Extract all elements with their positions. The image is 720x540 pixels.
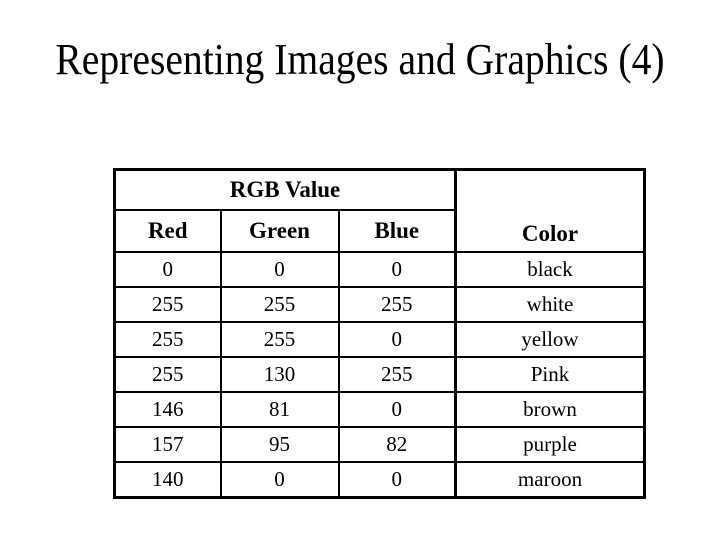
color-header: Color xyxy=(454,168,646,253)
red-value: 146 xyxy=(113,391,222,428)
slide-title: Representing Images and Graphics (4) xyxy=(55,35,665,84)
color-name: maroon xyxy=(454,461,646,499)
color-name: Pink xyxy=(454,356,646,393)
color-name: black xyxy=(454,251,646,288)
color-name: brown xyxy=(454,391,646,428)
table-row: 157 95 82 purple xyxy=(113,426,646,463)
color-name: white xyxy=(454,286,646,323)
color-name: purple xyxy=(454,426,646,463)
red-value: 157 xyxy=(113,426,222,463)
green-value: 255 xyxy=(219,286,340,323)
table-row: 255 130 255 Pink xyxy=(113,356,646,393)
red-header: Red xyxy=(113,209,222,253)
blue-value: 0 xyxy=(337,391,457,428)
red-value: 255 xyxy=(113,356,222,393)
rgb-value-header: RGB Value xyxy=(113,168,457,211)
blue-header: Blue xyxy=(337,209,457,253)
table-row: 255 255 255 white xyxy=(113,286,646,323)
red-value: 140 xyxy=(113,461,222,499)
rgb-color-table: RGB Value Color Red Green Blue 0 0 0 bla… xyxy=(113,168,646,499)
table-group-header-row: RGB Value Color xyxy=(113,168,646,253)
blue-value: 255 xyxy=(337,286,457,323)
table-row: 255 255 0 yellow xyxy=(113,321,646,358)
blue-value: 0 xyxy=(337,461,457,499)
table-row: 0 0 0 black xyxy=(113,251,646,288)
red-value: 0 xyxy=(113,251,222,288)
red-value: 255 xyxy=(113,321,222,358)
blue-value: 0 xyxy=(337,321,457,358)
blue-value: 0 xyxy=(337,251,457,288)
green-value: 81 xyxy=(219,391,340,428)
green-value: 0 xyxy=(219,461,340,499)
green-header: Green xyxy=(219,209,340,253)
table-row: 146 81 0 brown xyxy=(113,391,646,428)
green-value: 130 xyxy=(219,356,340,393)
blue-value: 82 xyxy=(337,426,457,463)
color-name: yellow xyxy=(454,321,646,358)
green-value: 0 xyxy=(219,251,340,288)
red-value: 255 xyxy=(113,286,222,323)
green-value: 95 xyxy=(219,426,340,463)
blue-value: 255 xyxy=(337,356,457,393)
table-row: 140 0 0 maroon xyxy=(113,461,646,499)
green-value: 255 xyxy=(219,321,340,358)
